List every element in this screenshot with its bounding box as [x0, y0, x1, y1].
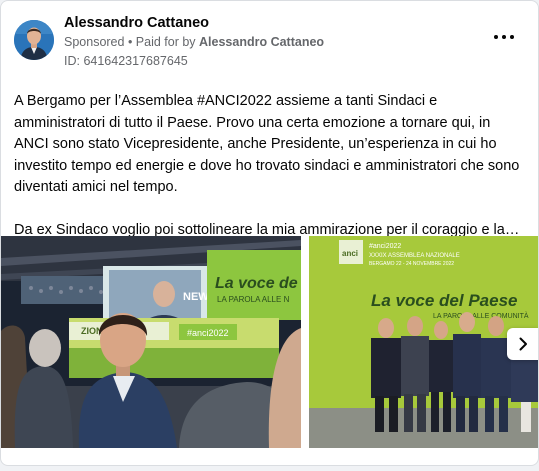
author-name[interactable]: Alessandro Cattaneo: [64, 15, 209, 31]
media-carousel: NEWS La voce de LA PAROLA ALLE N ZIONALE…: [1, 236, 538, 448]
paid-for-by-prefix: Paid for by: [135, 35, 200, 49]
carousel-photo-2[interactable]: anci #anci2022 XXXIX ASSEMBLEA NAZIONALE…: [309, 236, 538, 448]
banner-title: La voce de: [215, 275, 298, 292]
avatar[interactable]: [14, 20, 54, 60]
post-header: Alessandro Cattaneo Sponsored • Paid for…: [14, 15, 524, 73]
assembly-line-1: XXXIX ASSEMBLEA NAZIONALE: [369, 253, 460, 259]
more-options-button[interactable]: [494, 29, 514, 45]
separator-dot: •: [124, 35, 136, 49]
wall-title: La voce del Paese: [371, 291, 517, 310]
post-text: A Bergamo per l’Assemblea #ANCI2022 assi…: [14, 91, 524, 241]
badge-text: #anci2022: [187, 328, 229, 338]
paid-for-by-name[interactable]: Alessandro Cattaneo: [199, 35, 324, 49]
sponsored-label[interactable]: Sponsored: [64, 35, 124, 49]
sponsored-line: Sponsored • Paid for by Alessandro Catta…: [64, 35, 324, 49]
more-horizontal-icon: [494, 35, 498, 39]
carousel-photo-1[interactable]: NEWS La voce de LA PAROLA ALLE N ZIONALE…: [1, 236, 301, 448]
assembly-line-2: BERGAMO 22 - 24 NOVEMBRE 2022: [369, 261, 454, 267]
chevron-right-icon: [519, 337, 527, 351]
post-paragraph-1: A Bergamo per l’Assemblea #ANCI2022 assi…: [14, 93, 520, 195]
wall-subtitle: LA PAROLA ALLE COMUNITÀ: [433, 311, 529, 320]
ad-post-card: Alessandro Cattaneo Sponsored • Paid for…: [0, 0, 539, 466]
anci-logo-text: anci: [342, 249, 358, 258]
banner-subtitle: LA PAROLA ALLE N: [217, 295, 290, 304]
ad-id: ID: 641642317687645: [64, 54, 188, 68]
wall-hashtag: #anci2022: [369, 243, 401, 250]
carousel-next-button[interactable]: [507, 328, 538, 360]
